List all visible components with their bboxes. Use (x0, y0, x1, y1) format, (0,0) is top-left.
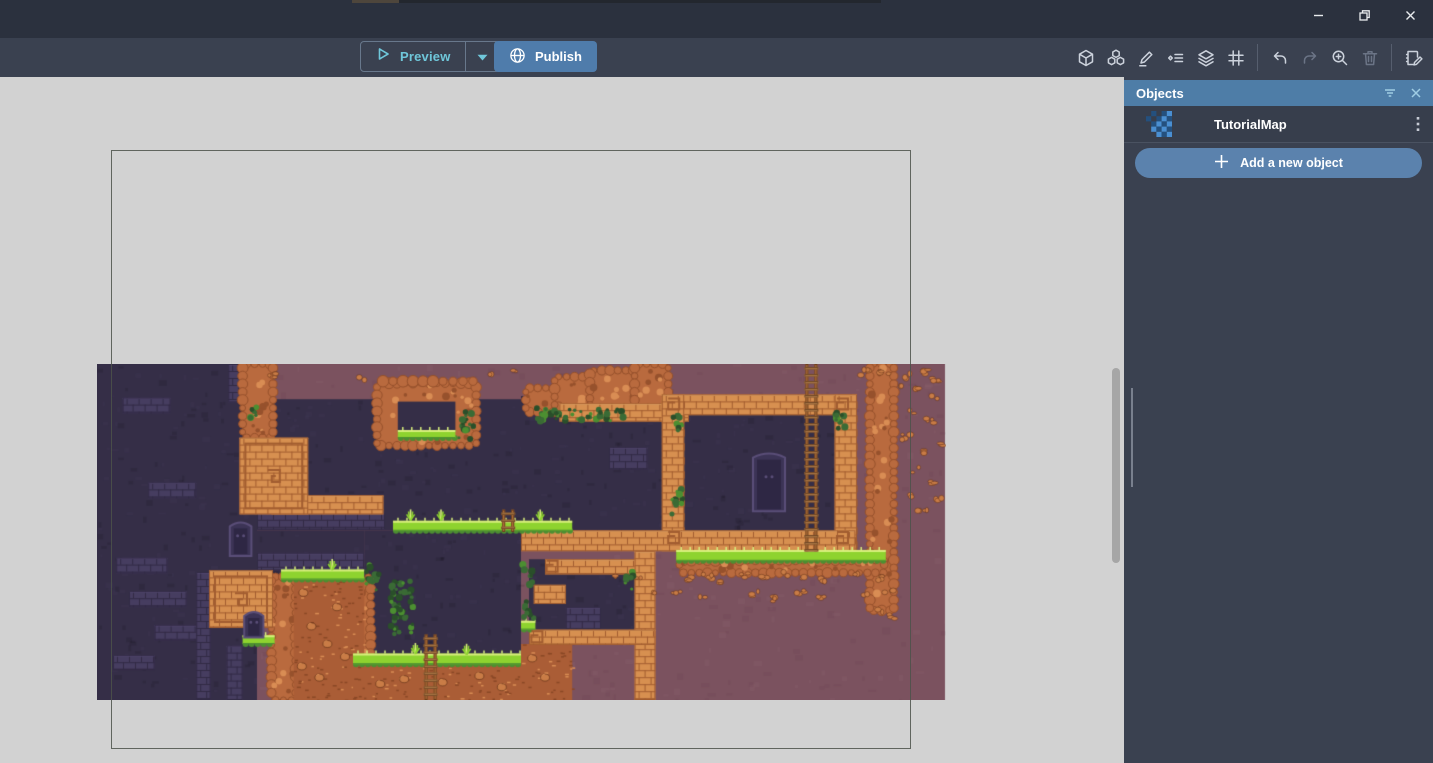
tilemap-thumbnail (1146, 111, 1172, 137)
filter-icon[interactable] (1377, 80, 1403, 106)
chevron-down-icon (477, 48, 488, 66)
tilemap-instance[interactable] (97, 364, 946, 700)
scene-properties-icon[interactable] (1400, 44, 1427, 71)
panel-divider (1124, 142, 1433, 143)
preview-button[interactable]: Preview (360, 41, 500, 72)
scene-editor-canvas-area[interactable] (0, 77, 1124, 763)
panel-scrollbar[interactable] (1131, 388, 1133, 487)
undo-icon[interactable] (1266, 44, 1293, 71)
restore-button[interactable] (1341, 0, 1387, 30)
object-row-tutorialmap[interactable]: TutorialMap (1124, 106, 1433, 142)
background-window-edge-segment (352, 0, 399, 3)
toolbar-divider (1257, 44, 1258, 71)
instances-list-icon[interactable] (1162, 44, 1189, 71)
minimize-button[interactable] (1295, 0, 1341, 30)
objects-cubes-icon[interactable] (1102, 44, 1129, 71)
toolbar: Preview Publish (0, 38, 1433, 77)
toolbar-right-icons (1072, 38, 1427, 77)
objects-panel-title: Objects (1136, 86, 1377, 101)
window-controls (1295, 0, 1433, 30)
zoom-in-icon[interactable] (1326, 44, 1353, 71)
objects-panel-header[interactable]: Objects (1124, 80, 1433, 106)
preview-label: Preview (400, 49, 451, 64)
object-menu-kebab-icon[interactable] (1403, 109, 1433, 139)
grid-icon[interactable] (1222, 44, 1249, 71)
background-window-edge (352, 0, 881, 3)
add-new-object-button[interactable]: Add a new object (1135, 148, 1422, 178)
layers-icon[interactable] (1192, 44, 1219, 71)
titlebar (0, 0, 1433, 38)
objects-panel: Objects TutorialMap Add a new object (1124, 77, 1433, 763)
close-button[interactable] (1387, 0, 1433, 30)
play-icon (375, 46, 391, 67)
globe-icon (509, 47, 526, 67)
add-object-label: Add a new object (1240, 156, 1343, 170)
redo-icon[interactable] (1296, 44, 1323, 71)
close-panel-icon[interactable] (1403, 80, 1429, 106)
publish-button[interactable]: Publish (494, 41, 597, 72)
preview-button-main[interactable]: Preview (361, 42, 465, 71)
plus-icon (1214, 154, 1229, 172)
3d-box-icon[interactable] (1072, 44, 1099, 71)
trash-icon[interactable] (1356, 44, 1383, 71)
object-name: TutorialMap (1214, 117, 1403, 132)
publish-label: Publish (535, 49, 582, 64)
canvas-vertical-scrollbar[interactable] (1112, 368, 1120, 563)
pencil-icon[interactable] (1132, 44, 1159, 71)
toolbar-divider (1391, 44, 1392, 71)
